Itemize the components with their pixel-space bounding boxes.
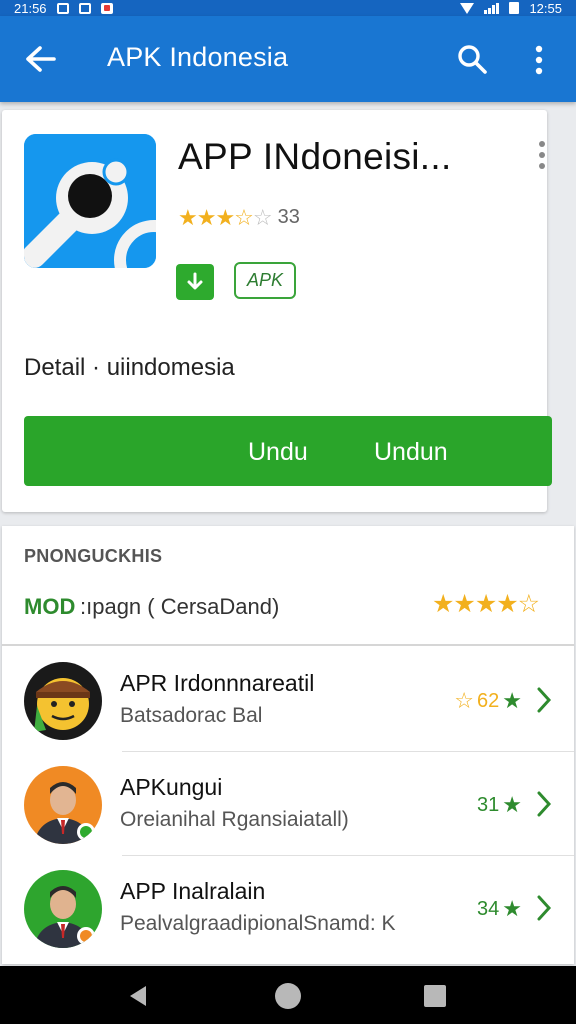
nav-recent-icon[interactable]	[424, 985, 446, 1007]
rating-value: 34	[477, 897, 500, 920]
row-subtitle: Batsadorac Bal	[120, 704, 263, 727]
row-title: APKungui	[120, 774, 223, 800]
chevron-right-icon	[537, 687, 552, 713]
status-time: 12:55	[529, 0, 562, 16]
section-title: PNONGUCKHIS	[24, 546, 163, 566]
mod-row[interactable]: MOD :ıpagn ( CersaDand) ★★★★☆	[2, 580, 574, 646]
rating-stars: ★★★☆☆	[178, 204, 273, 230]
star-icon: ★	[502, 688, 522, 713]
status-left: 21:56	[14, 1, 113, 16]
list-item[interactable]: APP Inalralain PealvalgraadipionalSnamd:…	[2, 856, 574, 960]
download-button-label: Undu	[248, 438, 308, 466]
row-subtitle: Oreianihal Rgansiaiatall)	[120, 808, 349, 831]
app-detail-text: Detail · uiindomesia	[24, 354, 235, 381]
row-subtitle: PealvalgraadipionalSnamd: K	[120, 912, 396, 935]
row-rating: ☆ 62 ★	[454, 688, 522, 714]
man-avatar-green	[24, 870, 102, 948]
rating-count: 33	[277, 206, 300, 228]
related-apps-section: PNONGUCKHIS MOD :ıpagn ( CersaDand) ★★★★…	[2, 526, 574, 964]
app-name: APP INdoneisi...	[178, 136, 452, 177]
battery-icon	[509, 2, 520, 14]
chevron-right-icon	[537, 895, 552, 921]
row-title: APR Irdonnnareatil	[120, 670, 315, 696]
page-title: APK Indonesia	[107, 42, 289, 72]
search-icon[interactable]	[455, 42, 489, 76]
man-avatar-orange	[24, 766, 102, 844]
app-notification-icon	[100, 2, 113, 14]
apk-badge: APK	[234, 262, 296, 299]
wifi-icon	[460, 2, 475, 14]
star-icon: ★	[502, 792, 522, 817]
nav-back-icon[interactable]	[126, 984, 150, 1008]
download-button-label-2: Undun	[374, 438, 448, 466]
star-outline-icon: ☆	[454, 688, 475, 713]
download-icon	[176, 264, 214, 300]
row-rating: 31 ★	[477, 792, 522, 818]
rating-value: 31	[477, 793, 500, 816]
download-button[interactable]: Undu Undun	[24, 416, 552, 486]
row-title: APP Inalralain	[120, 878, 266, 904]
chevron-right-icon	[537, 791, 552, 817]
app-bar: APK Indonesia	[0, 16, 576, 102]
mod-rating-stars: ★★★★☆	[432, 590, 540, 618]
app-detail-card: APP INdoneisi... ★★★☆☆ 33 APK Detail · u…	[2, 110, 552, 512]
status-time-left: 21:56	[14, 0, 47, 16]
more-vert-icon[interactable]	[528, 44, 550, 76]
arrow-back-icon[interactable]	[24, 44, 58, 74]
system-nav-bar	[0, 966, 576, 1024]
app-logo-icon	[24, 134, 156, 268]
app-rating: ★★★☆☆ 33	[178, 206, 300, 229]
status-bar: 21:56 12:55	[0, 0, 576, 16]
signal-icon	[484, 2, 500, 14]
notification-icon	[56, 2, 69, 14]
image-icon	[78, 2, 91, 14]
row-rating: 34 ★	[477, 896, 522, 922]
list-item[interactable]: APKungui Oreianihal Rgansiaiatall) 31 ★	[2, 752, 574, 856]
card-more-icon[interactable]	[535, 140, 549, 170]
rating-value: 62	[477, 689, 500, 712]
mod-text: :ıpagn ( CersaDand)	[80, 594, 280, 619]
nav-home-icon[interactable]	[275, 983, 301, 1009]
mod-tag: MOD	[24, 594, 76, 619]
emoji-avatar	[24, 662, 102, 740]
status-right: 12:55	[460, 1, 562, 16]
star-icon: ★	[502, 896, 522, 921]
list-item[interactable]: APR Irdonnnareatil Batsadorac Bal ☆ 62 ★	[2, 648, 574, 752]
